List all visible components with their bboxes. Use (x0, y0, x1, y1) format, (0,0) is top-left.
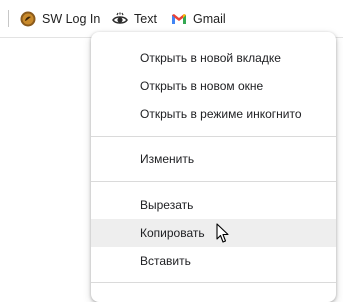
menu-item-copy[interactable]: Копировать (91, 219, 336, 247)
menu-divider (91, 181, 336, 182)
menu-item-open-incognito[interactable]: Открыть в режиме инкогнито (91, 100, 336, 128)
menu-item-open-new-window[interactable]: Открыть в новом окне (91, 72, 336, 100)
menu-divider (91, 136, 336, 137)
bookmarks-separator (8, 10, 9, 27)
bookmark-label: Text (134, 12, 157, 26)
context-menu: Открыть в новой вкладке Открыть в новом … (91, 32, 336, 302)
menu-item-paste[interactable]: Вставить (91, 247, 336, 275)
bookmark-gmail[interactable]: Gmail (171, 9, 226, 29)
menu-item-cut[interactable]: Вырезать (91, 191, 336, 219)
bookmark-sw-log-in[interactable]: SW Log In (20, 9, 100, 29)
gmail-icon (171, 11, 187, 27)
eye-icon (112, 11, 128, 27)
bookmark-label: SW Log In (42, 12, 101, 26)
sw-logo-icon (20, 11, 36, 27)
bookmark-text[interactable]: Text (112, 9, 157, 29)
menu-item-edit[interactable]: Изменить (91, 145, 336, 173)
menu-item-open-new-tab[interactable]: Открыть в новой вкладке (91, 44, 336, 72)
mouse-pointer-icon (216, 223, 229, 243)
menu-divider (91, 282, 336, 283)
bookmark-label: Gmail (193, 12, 226, 26)
